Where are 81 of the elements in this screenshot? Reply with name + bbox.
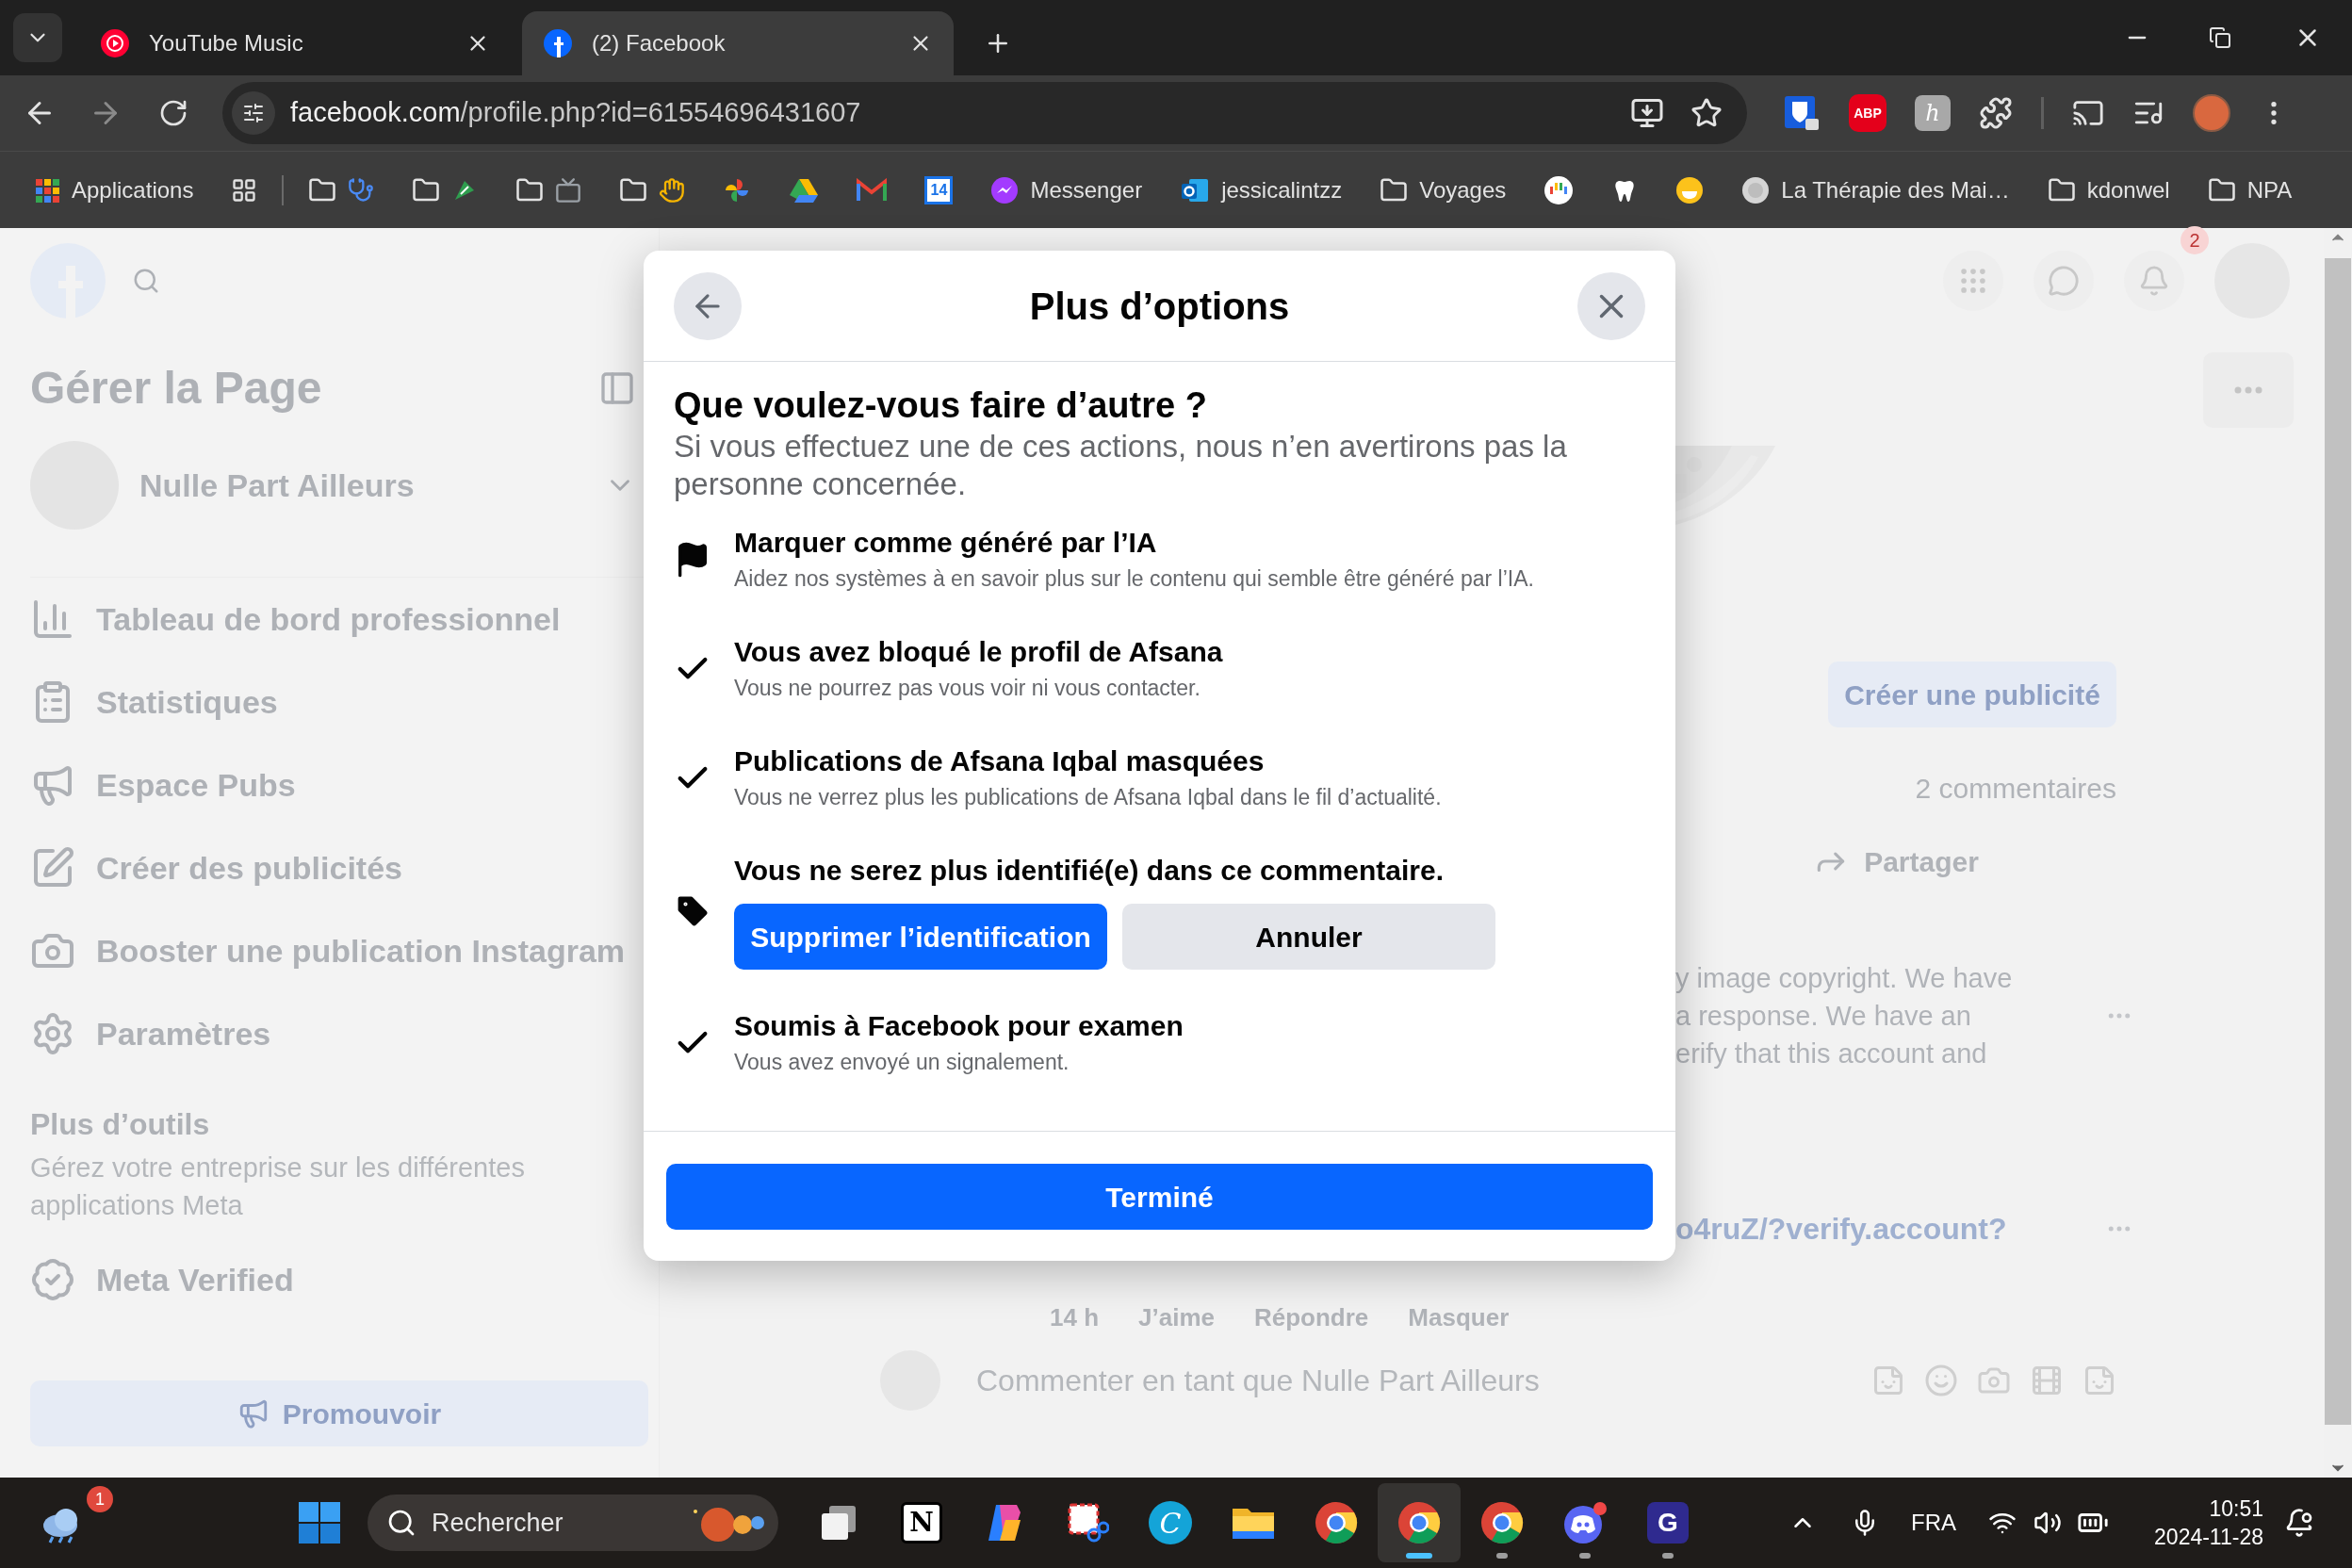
clock-date[interactable]: 2024-11-28	[2154, 1523, 2263, 1551]
clock-time[interactable]: 10:51	[2209, 1494, 2263, 1523]
comment-text: y image copyright. We have a response. We have an erify that this account and	[1675, 962, 2013, 1070]
bookmark-label[interactable]: jessicalintzz	[1221, 172, 1343, 207]
running-indicator	[1579, 1553, 1591, 1559]
done-button[interactable]: Terminé	[666, 1164, 1653, 1230]
dialog-heading: Que voulez-vous faire d’autre ?	[674, 384, 1208, 427]
notes-app-button[interactable]: N	[880, 1483, 963, 1562]
option-title: Vous avez bloqué le profil de Afsana	[734, 635, 1223, 669]
chat-bubble-icon[interactable]	[990, 175, 1020, 204]
url-text[interactable]: facebook.com/profile.php?id=61554696431607	[290, 92, 861, 134]
browser-icon	[1397, 1501, 1441, 1544]
section-description: Gérez votre entreprise sur les différentes applications Meta	[30, 1152, 526, 1222]
hand-icon	[659, 176, 686, 204]
site-settings-button[interactable]	[232, 91, 275, 135]
adblock-button[interactable]: ABP	[1849, 94, 1886, 132]
tv-icon	[555, 176, 582, 204]
bookmark-star-icon[interactable]	[1690, 97, 1723, 129]
comment-time: 14 h	[1050, 1301, 1100, 1333]
shield-lock-icon[interactable]	[1783, 94, 1821, 132]
triangle-icon[interactable]	[789, 176, 820, 204]
language-indicator[interactable]: FRA	[1911, 1506, 1957, 1540]
bookmark-label[interactable]: Applications	[72, 172, 194, 207]
colorful-circle-icon[interactable]	[1544, 174, 1575, 205]
tab-search-button[interactable]	[13, 13, 62, 62]
install-icon[interactable]	[1630, 96, 1664, 130]
restore-icon[interactable]	[2209, 26, 2231, 49]
option-description: Aidez nos systèmes à en savoir plus sur le contenu qui semble être généré par l’IA.	[734, 565, 1534, 593]
bookmark-label[interactable]: Voyages	[1419, 172, 1507, 207]
remove-tag-button[interactable]: Supprimer l’identification	[734, 904, 1107, 970]
address-bar[interactable]: facebook.com/profile.php?id=61554696431607	[222, 82, 1747, 144]
section-title: Plus d’outils	[30, 1106, 211, 1143]
emoji-icon[interactable]	[1675, 175, 1705, 204]
option-description: Vous ne pourrez pas vous voir ni vous contacter.	[734, 675, 1201, 702]
browser-button[interactable]	[1378, 1483, 1461, 1562]
bookmark-label[interactable]: NPA	[2246, 172, 2293, 207]
notification-badge: 2	[2180, 226, 2209, 254]
browser-tab[interactable]: (2) Facebook	[522, 11, 954, 75]
search-icon	[386, 1508, 416, 1538]
notifications-icon[interactable]	[2284, 1508, 2314, 1538]
dialog-title: Plus d’options	[1029, 284, 1290, 329]
chat-app-icon	[1562, 1501, 1608, 1544]
sliders-icon	[242, 102, 265, 124]
option-description: Vous avez envoyé un signalement.	[734, 1049, 1070, 1076]
option-title: Publications de Afsana Iqbal masquées	[734, 744, 1266, 778]
running-indicator	[1662, 1553, 1674, 1559]
notification-badge: 1	[87, 1486, 113, 1512]
running-indicator	[1406, 1553, 1432, 1559]
option-title: Soumis à Facebook pour examen	[734, 1009, 1184, 1043]
envelope-icon[interactable]	[857, 177, 888, 203]
start-icon[interactable]	[298, 1501, 341, 1544]
running-indicator	[1496, 1553, 1508, 1559]
social-icon	[543, 28, 573, 58]
browser-icon	[1315, 1501, 1358, 1544]
avatar[interactable]	[2193, 94, 2230, 132]
calendar-badge[interactable]: 14	[924, 175, 954, 204]
option-description: Vous ne verrez plus les publications de Afsana Iqbal dans le fil d’actualité.	[734, 784, 1442, 811]
search-field[interactable]: Rechercher	[368, 1494, 778, 1551]
extensions-icon[interactable]	[1979, 96, 2013, 130]
ellipsis-icon	[2234, 386, 2262, 394]
browser-icon	[1480, 1501, 1524, 1544]
dialog-subheading: Si vous effectuez une de ces actions, nous n’en avertirons pas la personne concernée.	[674, 428, 1568, 503]
bell-icon	[2138, 265, 2170, 297]
bookmark-label[interactable]: La Thérapie des Mai…	[1781, 172, 2010, 207]
chat-bubble-icon	[2048, 265, 2080, 297]
option-title: Marquer comme généré par l’IA	[734, 526, 1158, 560]
cancel-button[interactable]: Annuler	[1122, 904, 1495, 970]
browser-tab[interactable]: YouTube Music	[79, 11, 511, 75]
bookmark-label[interactable]: Messenger	[1030, 172, 1143, 207]
grid-icon[interactable]	[231, 176, 258, 204]
option-title: Vous ne serez plus identifié(e) dans ce commentaire.	[734, 854, 1445, 888]
badge-check-icon	[30, 1257, 75, 1302]
design-app-button[interactable]: C	[1129, 1483, 1212, 1562]
stethoscope-icon	[348, 176, 375, 204]
play-icon	[100, 28, 130, 58]
sidebar-title: Gérer la Page	[30, 362, 322, 415]
reload-icon[interactable]	[158, 98, 188, 128]
app-button[interactable]: G	[1626, 1483, 1709, 1562]
circle-icon[interactable]	[1741, 175, 1771, 204]
apps-icon[interactable]	[34, 176, 60, 204]
bookmark-label[interactable]: kdonwel	[2086, 172, 2170, 207]
